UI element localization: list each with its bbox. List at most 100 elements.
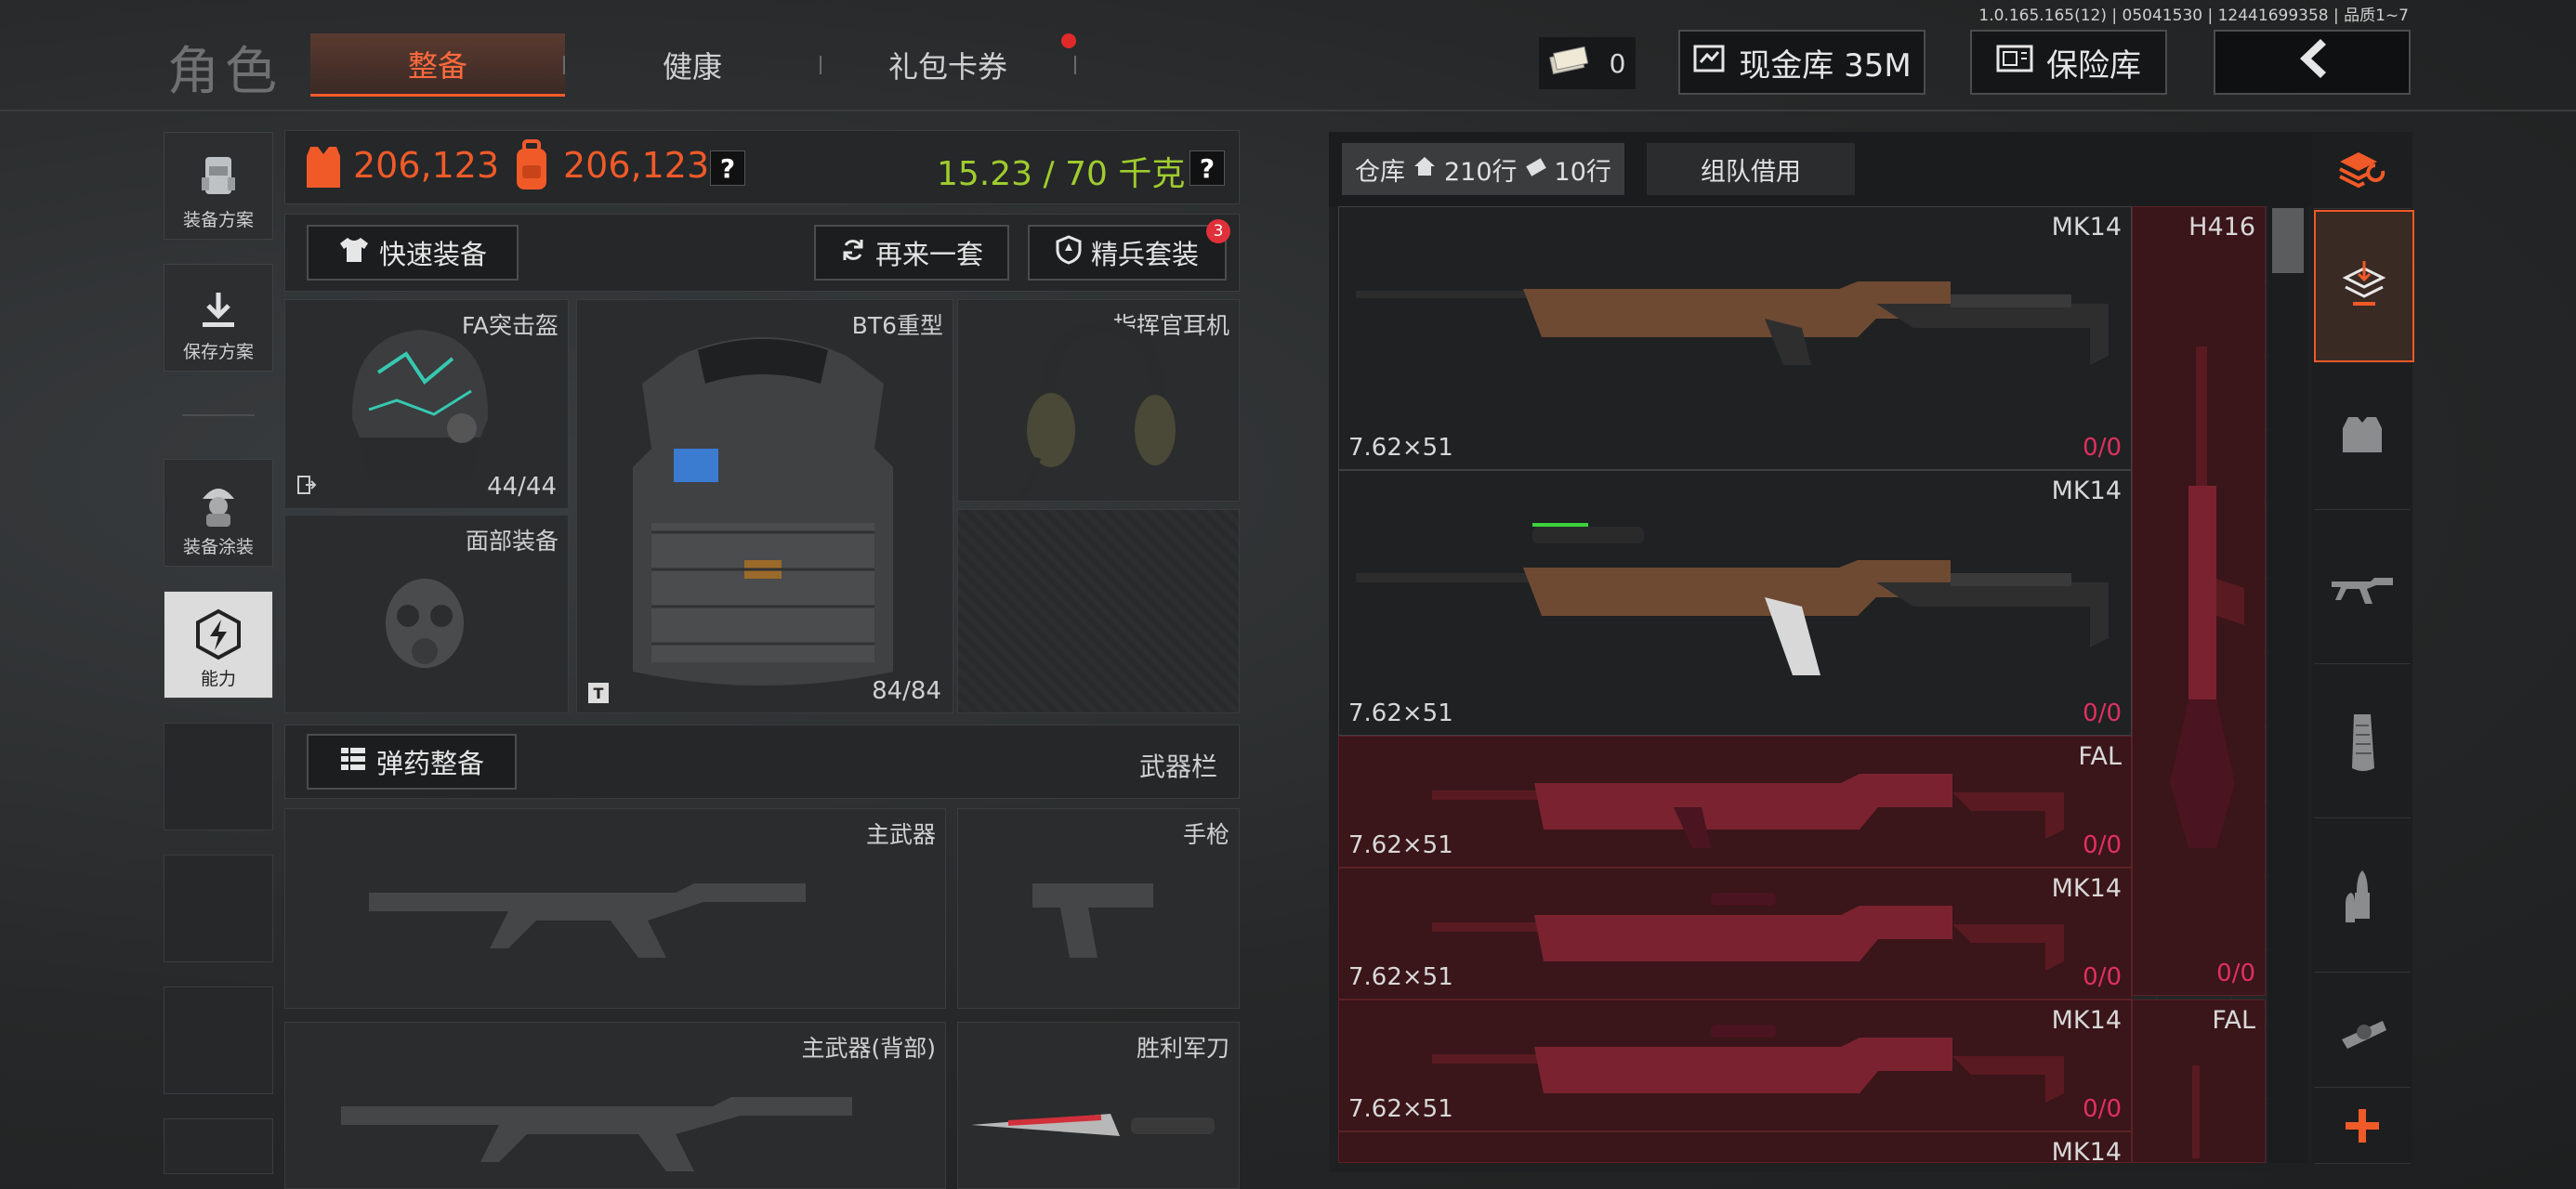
item-name: MK14 [2051, 1138, 2122, 1167]
warehouse-item[interactable]: MK14 7.62×51 0/0 [1338, 206, 2132, 470]
empty-nav-slot [164, 723, 273, 830]
back-arrow-icon [2289, 35, 2335, 90]
headset-slot[interactable]: 指挥官耳机 [957, 299, 1240, 502]
warehouse-item[interactable]: MK14 [1338, 1131, 2132, 1167]
team-borrow-tab[interactable]: 组队借用 [1647, 143, 1855, 195]
save-plan-button[interactable]: 保存方案 [164, 264, 273, 372]
rifle-icon[interactable] [2314, 515, 2411, 664]
weapon-bar-label: 武器栏 [1139, 751, 1218, 782]
tab-health[interactable]: 健康 [567, 33, 818, 97]
warehouse-scroll-thumb[interactable] [2272, 208, 2304, 273]
soldier-helmet-icon [195, 477, 242, 533]
armor-image [614, 319, 912, 703]
item-caliber: 7.62×51 [1348, 434, 1453, 462]
tab-separator [1074, 56, 1076, 74]
mk14-red-rifle-image [1432, 1010, 2064, 1125]
again-button[interactable]: 再来一套 [814, 225, 1009, 281]
fal-rifle-image [1432, 746, 2064, 861]
tab-equip[interactable]: 整备 [310, 33, 565, 97]
back-button[interactable] [2214, 30, 2411, 95]
magazine-icon[interactable] [2314, 669, 2411, 818]
loadout-plan-label: 装备方案 [182, 210, 254, 230]
helmet-durability: 44/44 [487, 473, 557, 501]
header-divider [0, 110, 2576, 111]
warehouse-item[interactable]: H416 0/0 [2132, 206, 2266, 996]
pistol-silhouette-icon [1032, 874, 1163, 971]
pistol-name: 手枪 [1182, 821, 1229, 848]
refresh-icon [840, 237, 866, 269]
knife-slot[interactable]: 胜利军刀 [957, 1022, 1240, 1189]
value-help-button[interactable]: ? [710, 150, 745, 186]
role-title: 角色 [167, 42, 283, 102]
mk14-red-rifle-image [1432, 878, 2064, 993]
nav-divider [182, 414, 255, 416]
warehouse-item[interactable]: MK14 7.62×51 0/0 [1338, 1000, 2132, 1131]
weight-readout: 15.23 / 70 千克 [937, 155, 1186, 193]
helmet-slot[interactable]: FA突击盔 44/44 [284, 299, 569, 509]
empty-nav-slot [164, 986, 273, 1094]
cash-store-button[interactable]: 现金库 35M [1678, 30, 1925, 95]
save-plan-label: 保存方案 [182, 342, 254, 362]
pistol-slot[interactable]: 手枪 [957, 808, 1240, 1009]
cash-icon [1548, 46, 1590, 81]
item-ammo: 0/0 [2083, 963, 2122, 991]
warehouse-item[interactable]: MK14 7.62×51 0/0 [1338, 868, 2132, 1000]
layers-refresh-icon[interactable] [2314, 132, 2411, 209]
plus-icon[interactable] [2314, 1089, 2411, 1164]
face-slot[interactable]: 面部装备 [284, 515, 569, 713]
rifle-back-silhouette-icon [341, 1069, 861, 1184]
warehouse-tickets: 10行 [1554, 157, 1611, 187]
download-icon [195, 287, 242, 338]
vest-value: 206,123 [353, 145, 500, 186]
item-caliber: 7.62×51 [1348, 699, 1453, 727]
ammo-equip-label: 弹药整备 [375, 748, 484, 779]
item-ammo: 0/0 [2083, 831, 2122, 859]
backpack-value: 206,123 [563, 145, 710, 186]
item-name: FAL [2078, 742, 2122, 771]
tab-gift[interactable]: 礼包卡券 [821, 33, 1074, 97]
warehouse-item[interactable]: FAL [2132, 1000, 2266, 1163]
empty-nav-slot [164, 855, 273, 962]
shield-icon [1056, 234, 1082, 271]
tab-health-label: 健康 [662, 49, 722, 85]
safe-button[interactable]: 保险库 [1970, 30, 2167, 95]
stack-download-icon[interactable] [2314, 210, 2414, 362]
quick-equip-button[interactable]: 快速装备 [307, 225, 519, 281]
warehouse-rows: 210行 [1444, 157, 1518, 187]
safe-label: 保险库 [2046, 46, 2141, 85]
ammo-equip-button[interactable]: 弹药整备 [307, 734, 517, 790]
item-ammo: 0/0 [2216, 960, 2255, 987]
ticket-icon [1525, 155, 1547, 184]
elite-kit-label: 精兵套装 [1090, 239, 1199, 270]
exit-icon[interactable] [296, 475, 317, 499]
warehouse-scrollbar[interactable] [2267, 206, 2308, 1163]
warehouse-item[interactable]: FAL 7.62×51 0/0 [1338, 736, 2132, 868]
primary-back-name: 主武器(背部) [801, 1035, 936, 1062]
equipment-skin-button[interactable]: 装备涂装 [164, 459, 273, 567]
warehouse-tab[interactable]: 仓库 210行 10行 [1342, 143, 1624, 195]
scope-icon[interactable] [2314, 977, 2411, 1088]
backpack-icon [192, 150, 244, 206]
gas-mask-icon [378, 577, 471, 683]
primary-back-slot[interactable]: 主武器(背部) [284, 1022, 946, 1189]
helmet-image [341, 317, 499, 506]
armor-slot[interactable]: BT6重型 T 84/84 [576, 299, 953, 713]
warehouse-item[interactable]: MK14 7.62×51 0/0 [1338, 470, 2132, 736]
fal-vertical-image [2192, 1065, 2200, 1158]
elite-kit-badge: 3 [1206, 219, 1230, 243]
rifle-silhouette-icon [369, 856, 815, 971]
primary-weapon-slot[interactable]: 主武器 [284, 808, 946, 1009]
item-caliber: 7.62×51 [1348, 1095, 1453, 1123]
armor-icon[interactable] [2314, 360, 2411, 510]
ticket-counter[interactable]: 0 [1539, 37, 1636, 89]
bullet-icon[interactable] [2314, 823, 2411, 973]
face-name: 面部装备 [465, 528, 559, 555]
elite-kit-button[interactable]: 精兵套装 [1028, 225, 1227, 281]
weight-help-button[interactable]: ? [1189, 150, 1225, 186]
item-ammo: 0/0 [2083, 434, 2122, 462]
ability-button[interactable]: 能力 [164, 591, 273, 699]
notification-dot [1061, 33, 1076, 48]
loadout-plan-button[interactable]: 装备方案 [164, 132, 273, 240]
item-ammo: 0/0 [2083, 699, 2122, 727]
warehouse-tab-label: 仓库 [1355, 157, 1405, 187]
